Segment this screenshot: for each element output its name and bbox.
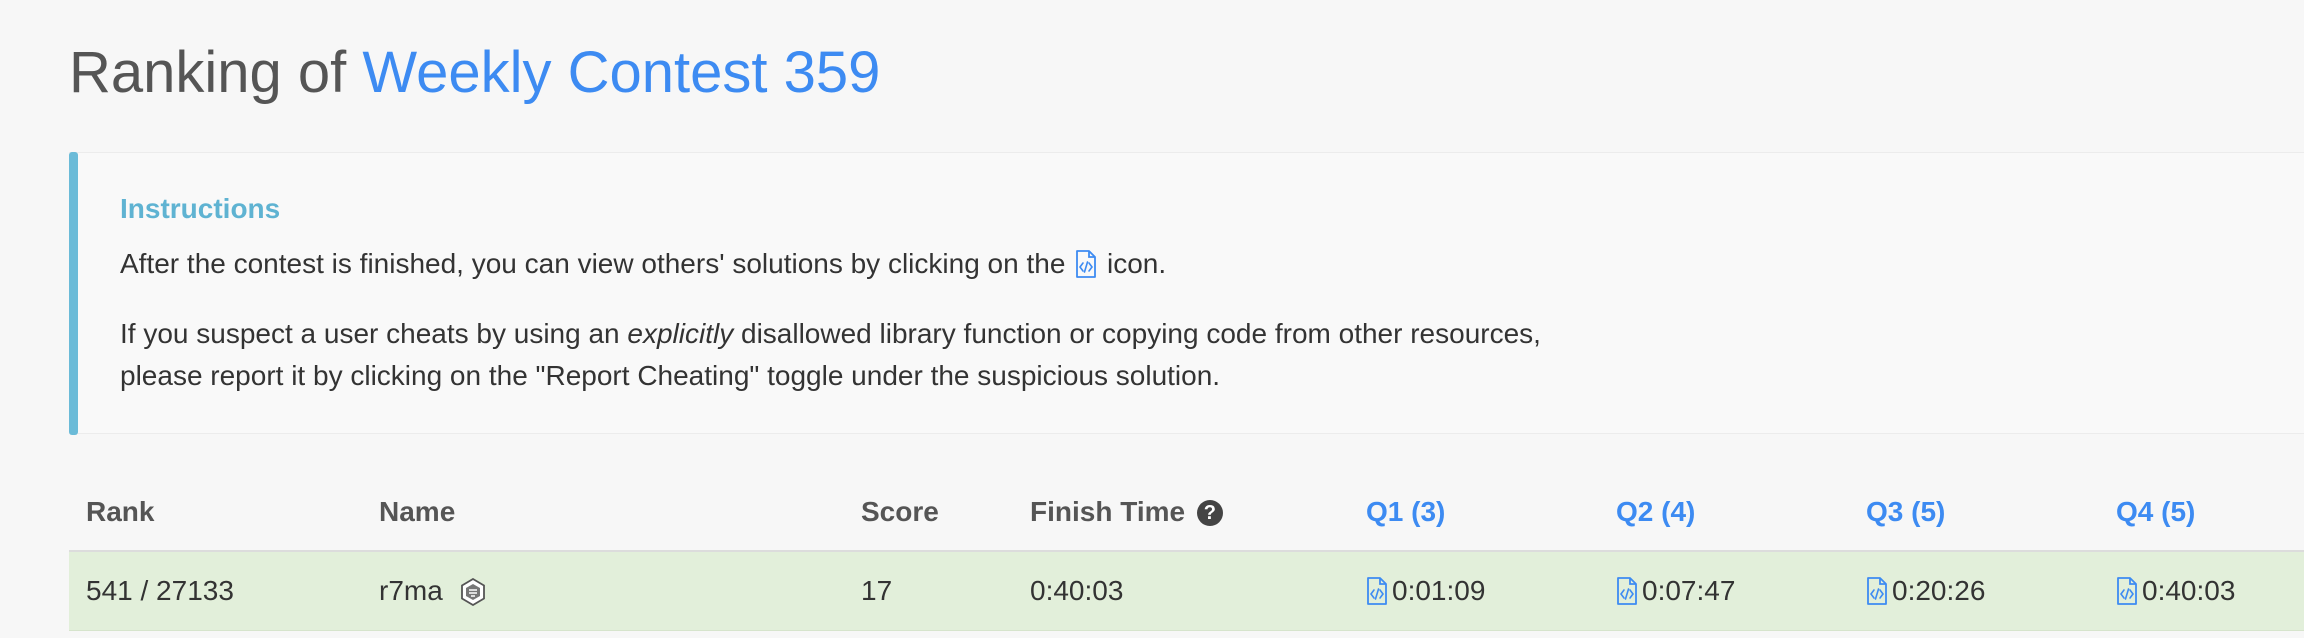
instructions-paragraph-2: If you suspect a user cheats by using an… xyxy=(120,313,1541,397)
header-rank: Rank xyxy=(86,496,155,527)
page-title: Ranking of Weekly Contest 359 xyxy=(69,38,880,108)
cell-score: 17 xyxy=(861,575,893,606)
table-row: 541 / 27133 r7ma 17 0:40:03 0:01:09 0:07… xyxy=(69,552,2304,631)
header-q3[interactable]: Q3 (5) xyxy=(1866,496,1945,528)
cell-q1: 0:01:09 xyxy=(1366,575,1485,607)
ranking-table: Rank Name Score Finish Time ? Q1 (3) Q2 … xyxy=(69,474,2304,631)
cell-q3: 0:20:26 xyxy=(1866,575,1985,607)
instructions-p2-emphasis: explicitly xyxy=(627,318,734,349)
code-file-icon[interactable] xyxy=(1866,577,1888,605)
question-circle-icon[interactable]: ? xyxy=(1196,500,1223,526)
code-file-icon xyxy=(1076,250,1097,278)
header-q1[interactable]: Q1 (3) xyxy=(1366,496,1445,528)
header-q2[interactable]: Q2 (4) xyxy=(1616,496,1695,528)
code-file-icon[interactable] xyxy=(1616,577,1638,605)
cell-q4-time: 0:40:03 xyxy=(2142,575,2236,606)
contest-link[interactable]: Weekly Contest 359 xyxy=(362,40,880,105)
cell-q1-time: 0:01:09 xyxy=(1392,575,1486,606)
instructions-p2-text-cont: disallowed library function or copying c… xyxy=(741,318,1541,349)
cell-q2: 0:07:47 xyxy=(1616,575,1735,607)
instructions-p1-text: After the contest is finished, you can v… xyxy=(120,248,1066,279)
cell-q3-time: 0:20:26 xyxy=(1892,575,1986,606)
header-score: Score xyxy=(861,496,939,527)
cell-rank: 541 / 27133 xyxy=(86,575,234,606)
code-file-icon[interactable] xyxy=(2116,577,2138,605)
header-finish-time: Finish Time ? xyxy=(1030,496,1223,528)
instructions-heading: Instructions xyxy=(120,193,281,224)
user-name[interactable]: r7ma xyxy=(379,575,443,606)
page-title-prefix: Ranking of xyxy=(69,40,347,105)
header-finish-time-label: Finish Time xyxy=(1030,496,1186,527)
instructions-paragraph-1: After the contest is finished, you can v… xyxy=(120,243,1166,285)
table-header: Rank Name Score Finish Time ? Q1 (3) Q2 … xyxy=(69,474,2304,552)
code-file-icon[interactable] xyxy=(1366,577,1388,605)
instructions-p2-line2: please report it by clicking on the "Rep… xyxy=(120,360,1221,391)
cell-q2-time: 0:07:47 xyxy=(1642,575,1736,606)
header-q4[interactable]: Q4 (5) xyxy=(2116,496,2195,528)
cell-finish-time: 0:40:03 xyxy=(1030,575,1124,606)
instructions-p2-text: If you suspect a user cheats by using an xyxy=(120,318,620,349)
instructions-p1-tail: icon. xyxy=(1106,248,1167,279)
cell-name: r7ma xyxy=(379,575,487,607)
instructions-panel: Instructions After the contest is finish… xyxy=(69,152,2304,435)
contest-badge-icon xyxy=(460,578,485,606)
header-name: Name xyxy=(379,496,456,527)
ranking-page: Ranking of Weekly Contest 359 Instructio… xyxy=(0,0,2304,638)
cell-q4: 0:40:03 xyxy=(2116,575,2235,607)
instructions-accent-bar xyxy=(69,152,78,435)
